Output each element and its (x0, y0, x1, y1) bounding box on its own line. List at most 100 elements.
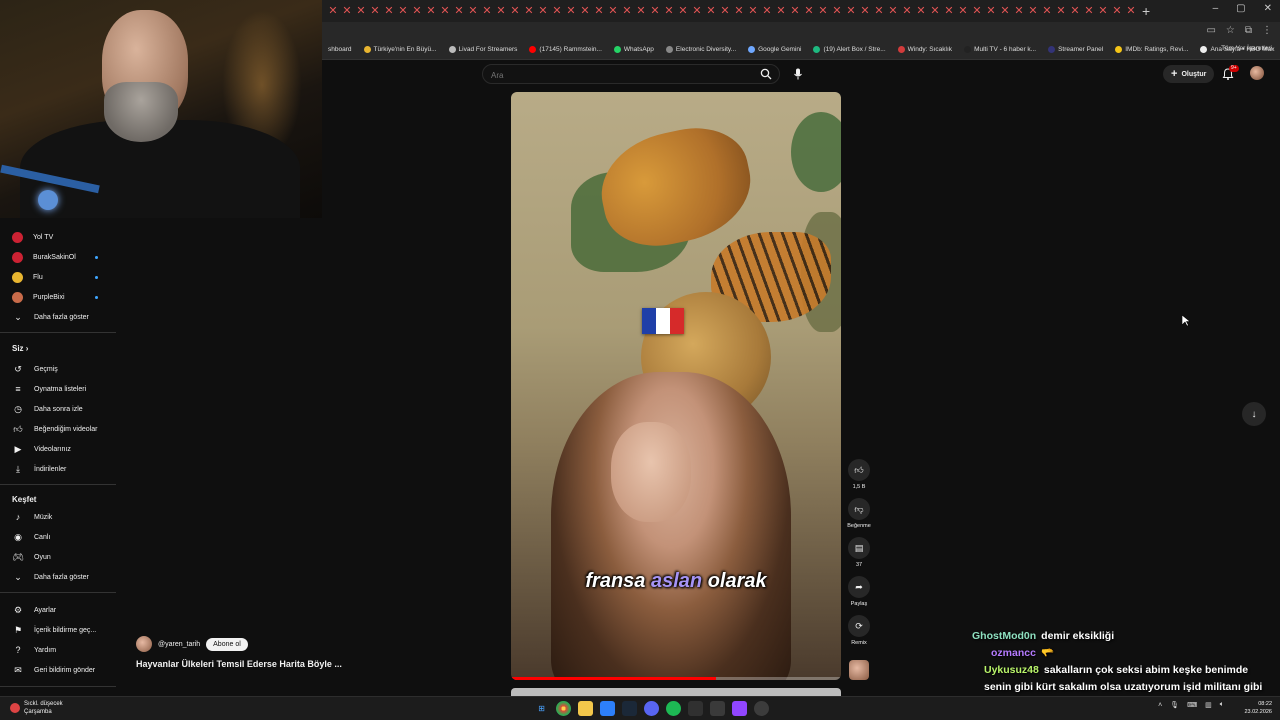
sidebar-item[interactable]: 👍︎ Beğendiğim videolar (12, 422, 112, 436)
new-tab-icon[interactable]: + (1142, 3, 1150, 19)
address-bar[interactable]: ▭ ☆ ⧉ ⋮ (322, 22, 1280, 40)
tab-close-icon[interactable]: ✕ (578, 0, 592, 22)
folder-icon[interactable] (578, 701, 593, 716)
tab-close-icon[interactable]: ✕ (382, 0, 396, 22)
bookmark-item[interactable]: Türkiye'nin En Büyü... (358, 46, 443, 53)
tab-close-icon[interactable]: ✕ (354, 0, 368, 22)
obs-icon[interactable] (754, 701, 769, 716)
tab-close-icon[interactable]: ✕ (648, 0, 662, 22)
tab-close-icon[interactable]: ✕ (704, 0, 718, 22)
steam-icon[interactable] (622, 701, 637, 716)
bookmark-item[interactable]: WhatsApp (608, 46, 660, 53)
tab-close-icon[interactable]: ✕ (998, 0, 1012, 22)
search-button[interactable] (752, 64, 780, 84)
tab-close-icon[interactable]: ✕ (1082, 0, 1096, 22)
sidebar-item[interactable]: 🎮︎ Oyun (12, 550, 112, 564)
search-box[interactable] (482, 64, 780, 85)
volume-icon[interactable]: 🔈︎ (1220, 701, 1224, 709)
sidebar-item[interactable]: ⤓ İndirilenler (12, 462, 112, 476)
account-avatar[interactable] (1250, 66, 1264, 80)
bookmark-item[interactable]: Electronic Diversity... (660, 46, 742, 53)
keyboard-icon[interactable]: ⌨ (1187, 701, 1197, 709)
comments-button[interactable]: ▤ 37 (846, 537, 872, 568)
tab-close-icon[interactable]: ✕ (606, 0, 620, 22)
tab-close-icon[interactable]: ✕ (564, 0, 578, 22)
tab-close-icon[interactable]: ✕ (914, 0, 928, 22)
voice-search-button[interactable] (788, 64, 808, 84)
sidebar-item[interactable]: ↺ Geçmiş (12, 362, 112, 376)
tab-close-icon[interactable]: ✕ (1012, 0, 1026, 22)
you-heading[interactable]: Siz › (12, 344, 28, 353)
tab-close-icon[interactable]: ✕ (1124, 0, 1138, 22)
tab-close-icon[interactable]: ✕ (634, 0, 648, 22)
spotify-icon[interactable] (666, 701, 681, 716)
clock[interactable]: 08:22 23.02.2026 (1244, 700, 1272, 716)
tab-close-icon[interactable]: ✕ (1110, 0, 1124, 22)
tab-close-icon[interactable]: ✕ (396, 0, 410, 22)
mic-tray-icon[interactable]: 🎙︎ (1170, 701, 1179, 709)
video-title[interactable]: Hayvanlar Ülkeleri Temsil Ederse Harita … (136, 659, 342, 669)
sidebar-item[interactable]: ▶ Videolarınız (12, 442, 112, 456)
tab-close-icon[interactable]: ✕ (956, 0, 970, 22)
sidebar-item[interactable]: ♪ Müzik (12, 510, 112, 524)
tab-close-icon[interactable]: ✕ (858, 0, 872, 22)
tab-close-icon[interactable]: ✕ (676, 0, 690, 22)
tab-close-icon[interactable]: ✕ (872, 0, 886, 22)
sidebar-item[interactable]: ≡ Oynatma listeleri (12, 382, 112, 396)
channel-avatar[interactable] (136, 636, 152, 652)
tab-close-icon[interactable]: ✕ (788, 0, 802, 22)
bookmark-item[interactable]: IMDb: Ratings, Revi... (1109, 46, 1194, 53)
search-input[interactable] (483, 66, 733, 85)
tab-close-icon[interactable]: ✕ (480, 0, 494, 22)
tab-close-icon[interactable]: ✕ (900, 0, 914, 22)
chat-username[interactable]: Uykusuz48 (984, 664, 1039, 676)
tab-close-icon[interactable]: ✕ (1068, 0, 1082, 22)
tab-close-icon[interactable]: ✕ (550, 0, 564, 22)
sidebar-item[interactable]: Yol TV (12, 230, 112, 244)
chat-username[interactable]: ozmancc (991, 647, 1036, 659)
bookmark-item[interactable]: (19) Alert Box / Stre... (807, 46, 891, 53)
tab-close-icon[interactable]: ✕ (774, 0, 788, 22)
tab-close-icon[interactable]: ✕ (536, 0, 550, 22)
tab-close-icon[interactable]: ✕ (844, 0, 858, 22)
tab-close-icon[interactable]: ✕ (452, 0, 466, 22)
sidebar-item[interactable]: ⚑ İçerik bildirme geç... (12, 623, 112, 637)
sidebar-item[interactable]: ? Yardım (12, 643, 112, 657)
show-more-subscriptions[interactable]: ⌄ Daha fazla göster (12, 310, 112, 324)
tab-close-icon[interactable]: ✕ (368, 0, 382, 22)
next-video-button[interactable]: ↓ (1242, 402, 1266, 426)
video-progress-bar[interactable] (511, 677, 841, 680)
tab-close-icon[interactable]: ✕ (746, 0, 760, 22)
sidebar-item[interactable]: Flu (12, 270, 112, 284)
tab-close-icon[interactable]: ✕ (1096, 0, 1110, 22)
bookmark-item[interactable]: (17145) Rammstein... (523, 46, 608, 53)
tab-close-icon[interactable]: ✕ (830, 0, 844, 22)
discord-icon[interactable] (644, 701, 659, 716)
tab-close-icon[interactable]: ✕ (718, 0, 732, 22)
tab-close-icon[interactable]: ✕ (690, 0, 704, 22)
bookmark-item[interactable]: Multi TV - 6 haber k... (958, 46, 1042, 53)
like-button[interactable]: 👍︎ 1,5 B (846, 459, 872, 490)
subscribe-button[interactable]: Abone ol (206, 637, 248, 651)
tab-close-icon[interactable]: ✕ (984, 0, 998, 22)
sidebar-item[interactable]: ◷ Daha sonra izle (12, 402, 112, 416)
chat-username[interactable]: GhostMod0n (972, 630, 1036, 642)
bookmark-item[interactable]: Livad For Streamers (443, 46, 524, 53)
tab-close-icon[interactable]: ✕ (340, 0, 354, 22)
tab-close-icon[interactable]: ✕ (424, 0, 438, 22)
maximize-icon[interactable]: ▢ (1236, 3, 1245, 14)
epic-games-icon[interactable] (688, 701, 703, 716)
sidebar-item[interactable]: ◉ Canlı (12, 530, 112, 544)
tab-close-icon[interactable]: ✕ (1026, 0, 1040, 22)
tab-close-icon[interactable]: ✕ (732, 0, 746, 22)
tab-close-icon[interactable]: ✕ (326, 0, 340, 22)
all-bookmarks[interactable]: Tüm Yer İşaretleri (1221, 45, 1272, 52)
remix-button[interactable]: ⟳ Remix (846, 615, 872, 646)
stream-app-icon[interactable] (732, 701, 747, 716)
extensions-icon[interactable]: ⧉ (1245, 25, 1252, 36)
chevron-up-icon[interactable]: ˄ (1158, 702, 1162, 709)
tab-close-icon[interactable]: ✕ (1054, 0, 1068, 22)
minimize-icon[interactable]: – (1213, 3, 1219, 14)
create-button[interactable]: + Oluştur (1163, 65, 1215, 83)
sidebar-item[interactable]: PurpleBixi (12, 290, 112, 304)
